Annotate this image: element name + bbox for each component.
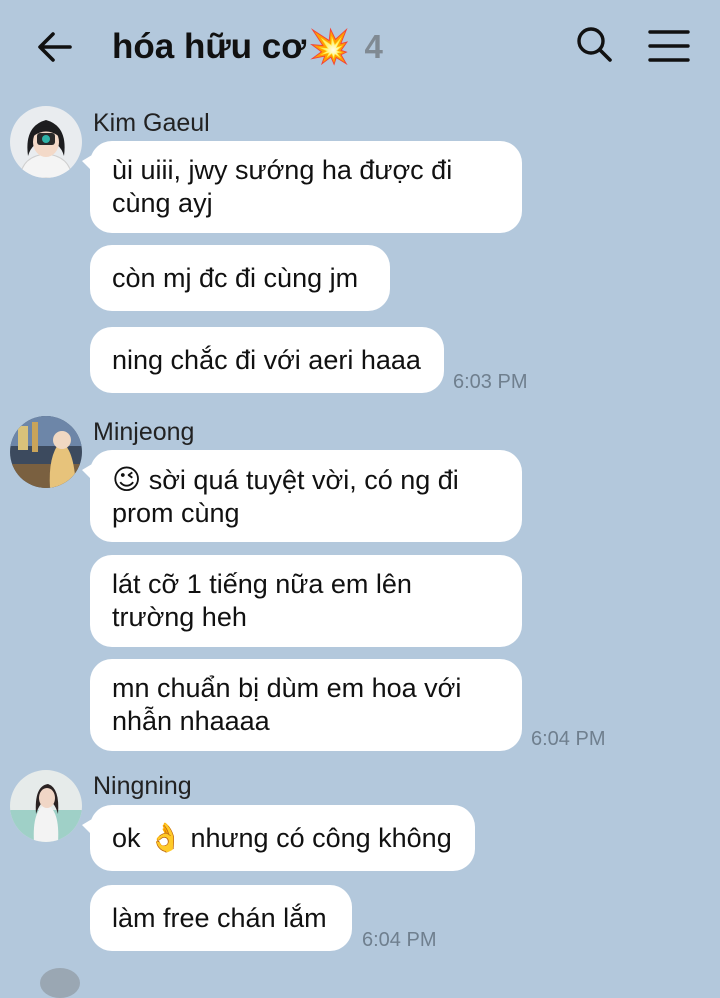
- next-avatar-peek: [40, 968, 80, 998]
- back-button[interactable]: [32, 24, 78, 70]
- menu-button[interactable]: [646, 24, 692, 68]
- message-bubble[interactable]: ùi uiii, jwy sướng ha được đi cùng ayj: [82, 141, 522, 233]
- message-bubble[interactable]: còn mj đc đi cùng jm: [90, 245, 390, 311]
- message-text: 😉 sời quá tuyệt vời, có ng đi prom cùng: [112, 463, 459, 528]
- sender-name: Kim Gaeul: [93, 109, 210, 137]
- message-text: lát cỡ 1 tiếng nữa em lên trường heh: [112, 569, 412, 632]
- collision-emoji: 💥: [308, 28, 351, 66]
- message-bubble[interactable]: làm free chán lắm: [90, 885, 352, 951]
- avatar-kim-gaeul[interactable]: [10, 106, 82, 178]
- message-timestamp: 6:04 PM: [362, 929, 437, 951]
- wink-emoji: 😉: [112, 463, 142, 495]
- message-text: ok 👌 nhưng có công không: [112, 822, 452, 853]
- chat-title[interactable]: hóa hữu cơ 💥 4: [112, 22, 383, 72]
- message-timestamp: 6:04 PM: [531, 728, 606, 750]
- menu-icon: [648, 30, 690, 62]
- ok-hand-emoji: 👌: [148, 822, 183, 853]
- message-bubble[interactable]: ning chắc đi với aeri haaa: [90, 327, 444, 393]
- message-bubble[interactable]: ok 👌 nhưng có công không: [82, 805, 475, 871]
- sender-name: Ningning: [93, 772, 192, 800]
- message-bubble[interactable]: mn chuẩn bị dùm em hoa với nhẫn nhaaaa: [90, 659, 522, 751]
- message-timestamp: 6:03 PM: [453, 371, 528, 393]
- avatar-minjeong[interactable]: [10, 416, 82, 488]
- message-bubble[interactable]: 😉 sời quá tuyệt vời, có ng đi prom cùng: [82, 450, 522, 542]
- member-count: 4: [364, 28, 383, 65]
- top-bar: hóa hữu cơ 💥 4: [0, 0, 720, 92]
- search-button[interactable]: [572, 22, 618, 68]
- group-name: hóa hữu cơ: [112, 27, 307, 66]
- message-text: làm free chán lắm: [112, 902, 327, 933]
- message-text: ùi uiii, jwy sướng ha được đi cùng ayj: [112, 155, 453, 218]
- message-text: mn chuẩn bị dùm em hoa với nhẫn nhaaaa: [112, 673, 462, 736]
- message-text: còn mj đc đi cùng jm: [112, 262, 359, 293]
- message-text: ning chắc đi với aeri haaa: [112, 344, 421, 375]
- sender-name: Minjeong: [93, 418, 195, 446]
- message-bubble[interactable]: lát cỡ 1 tiếng nữa em lên trường heh: [90, 555, 522, 647]
- search-icon: [577, 27, 612, 62]
- avatar-ningning[interactable]: [10, 770, 82, 842]
- back-arrow-icon: [38, 32, 72, 62]
